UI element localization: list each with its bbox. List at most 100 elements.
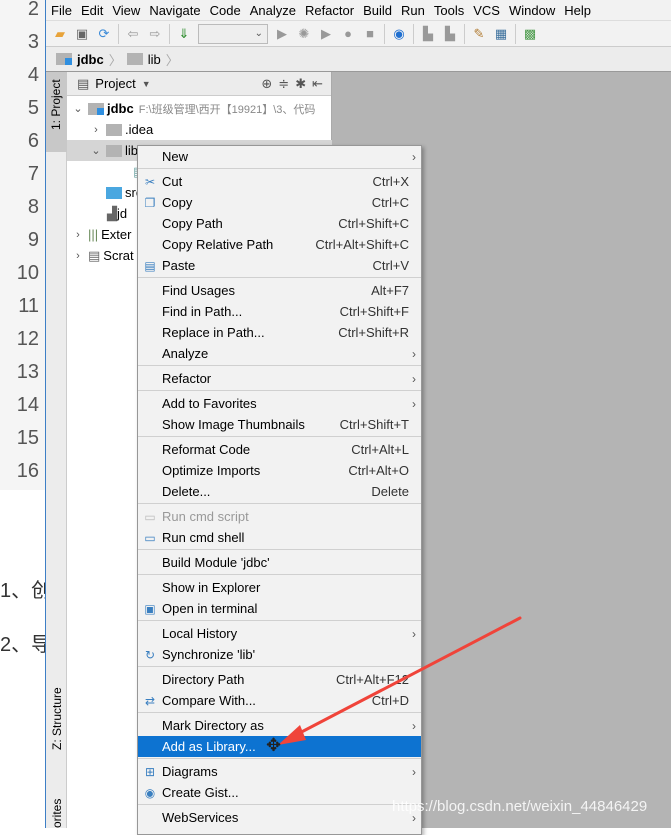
menu-item-delete[interactable]: Delete... Delete bbox=[138, 481, 421, 502]
menu-item-create-gist[interactable]: ◉ Create Gist... bbox=[138, 782, 421, 803]
line-number: 10 bbox=[16, 262, 39, 284]
menu-file[interactable]: File bbox=[51, 3, 72, 18]
breadcrumb-item[interactable]: lib bbox=[148, 52, 161, 67]
locate-icon[interactable]: ⊕ bbox=[261, 76, 272, 92]
project-structure-icon[interactable]: ▦ bbox=[493, 26, 509, 42]
sdk-icon[interactable]: ▩ bbox=[522, 26, 538, 42]
menu-item-new[interactable]: New › bbox=[138, 146, 421, 167]
sync-icon[interactable]: ⟳ bbox=[96, 26, 112, 42]
cmd-icon: ▭ bbox=[144, 509, 156, 524]
diagram-icon: ⊞ bbox=[144, 764, 156, 779]
dropdown-arrow-icon[interactable]: ▼ bbox=[142, 79, 151, 89]
tree-item-label: jd bbox=[117, 206, 128, 221]
menu-code[interactable]: Code bbox=[210, 3, 241, 18]
breadcrumb-item[interactable]: jdbc bbox=[77, 52, 104, 67]
chevron-right-icon[interactable]: › bbox=[71, 250, 85, 262]
vcs-update-icon[interactable]: ▙ bbox=[420, 26, 436, 42]
document-text-line: 1、创 bbox=[0, 580, 45, 602]
module-path: F:\班级管理\西开【19921】\3、代码 bbox=[138, 103, 316, 116]
tree-item-external-libraries[interactable]: › ||| Exter bbox=[71, 224, 131, 245]
menu-item-analyze[interactable]: Analyze › bbox=[138, 343, 421, 364]
line-number: 4 bbox=[27, 64, 39, 86]
menu-item-replace-in-path[interactable]: Replace in Path... Ctrl+Shift+R bbox=[138, 322, 421, 343]
menu-item-refactor[interactable]: Refactor › bbox=[138, 368, 421, 389]
breadcrumb-separator: 〉 bbox=[165, 52, 179, 68]
line-number: 9 bbox=[27, 229, 39, 251]
update-icon[interactable]: ◉ bbox=[391, 26, 407, 42]
menu-item-paste[interactable]: ▤ Paste Ctrl+V bbox=[138, 255, 421, 276]
menu-item-show-image-thumbnails[interactable]: Show Image Thumbnails Ctrl+Shift+T bbox=[138, 414, 421, 435]
tree-item-scratches[interactable]: › ▤ Scrat bbox=[71, 245, 133, 266]
menu-item-copy-relative-path[interactable]: Copy Relative Path Ctrl+Alt+Shift+C bbox=[138, 234, 421, 255]
chevron-right-icon[interactable]: › bbox=[89, 124, 103, 136]
folder-icon bbox=[106, 123, 122, 136]
menu-view[interactable]: View bbox=[112, 3, 140, 18]
menu-tools[interactable]: Tools bbox=[434, 3, 464, 18]
chevron-down-icon[interactable]: ⌄ bbox=[89, 144, 103, 157]
menu-item-open-in-terminal[interactable]: ▣ Open in terminal bbox=[138, 598, 421, 619]
menu-edit[interactable]: Edit bbox=[81, 3, 103, 18]
vcs-commit-icon[interactable]: ▙ bbox=[442, 26, 458, 42]
debug-icon[interactable]: ✺ bbox=[296, 26, 312, 42]
menu-item-run-cmd-script[interactable]: ▭ Run cmd script bbox=[138, 506, 421, 527]
menu-item-mark-directory-as[interactable]: Mark Directory as › bbox=[138, 715, 421, 736]
project-tool-tab[interactable]: 1: Project bbox=[46, 72, 67, 152]
menu-navigate[interactable]: Navigate bbox=[149, 3, 200, 18]
menu-refactor[interactable]: Refactor bbox=[305, 3, 354, 18]
background-document: 2 3 4 5 6 7 8 9 10 11 12 13 14 15 16 1、创 2、导 bbox=[0, 0, 45, 828]
tree-item-jdbc[interactable]: ⌄ jdbc F:\班级管理\西开【19921】\3、代码 bbox=[71, 98, 315, 119]
gear-icon[interactable]: ✱ bbox=[295, 76, 306, 92]
menu-item-run-cmd-shell[interactable]: ▭ Run cmd shell bbox=[138, 527, 421, 548]
menu-item-label: Mark Directory as bbox=[162, 718, 264, 733]
tree-item-idea[interactable]: › .idea bbox=[89, 119, 153, 140]
menu-run[interactable]: Run bbox=[401, 3, 425, 18]
hide-icon[interactable]: ⇤ bbox=[312, 76, 323, 92]
profile-icon[interactable]: ● bbox=[340, 26, 356, 42]
menu-item-webservices[interactable]: WebServices › bbox=[138, 807, 421, 828]
save-icon[interactable]: ▣ bbox=[74, 26, 90, 42]
menu-item-label: Add as Library... bbox=[162, 739, 256, 754]
menu-item-diagrams[interactable]: ⊞ Diagrams › bbox=[138, 761, 421, 782]
structure-tool-tab[interactable]: Z: Structure bbox=[50, 687, 64, 750]
settings-wrench-icon[interactable]: ✎ bbox=[471, 26, 487, 42]
project-view-selector[interactable]: Project bbox=[95, 76, 135, 91]
menu-item-label: Find Usages bbox=[162, 283, 235, 298]
forward-icon[interactable]: ⇨ bbox=[147, 26, 163, 42]
menu-help[interactable]: Help bbox=[564, 3, 591, 18]
open-folder-icon[interactable]: ▰ bbox=[52, 26, 68, 42]
chevron-down-icon[interactable]: ⌄ bbox=[71, 102, 85, 115]
coverage-icon[interactable]: ▶ bbox=[318, 26, 334, 42]
menu-vcs[interactable]: VCS bbox=[473, 3, 500, 18]
build-icon[interactable]: ⇓ bbox=[176, 26, 192, 42]
stop-icon[interactable]: ■ bbox=[362, 26, 378, 42]
menu-analyze[interactable]: Analyze bbox=[250, 3, 296, 18]
menu-item-copy[interactable]: ❐ Copy Ctrl+C bbox=[138, 192, 421, 213]
menu-item-compare-with[interactable]: ⇄ Compare With... Ctrl+D bbox=[138, 690, 421, 711]
copy-icon: ❐ bbox=[144, 195, 156, 210]
menu-item-reformat-code[interactable]: Reformat Code Ctrl+Alt+L bbox=[138, 439, 421, 460]
menu-item-find-in-path[interactable]: Find in Path... Ctrl+Shift+F bbox=[138, 301, 421, 322]
menu-item-optimize-imports[interactable]: Optimize Imports Ctrl+Alt+O bbox=[138, 460, 421, 481]
menu-item-local-history[interactable]: Local History › bbox=[138, 623, 421, 644]
menu-item-copy-path[interactable]: Copy Path Ctrl+Shift+C bbox=[138, 213, 421, 234]
chevron-right-icon[interactable]: › bbox=[71, 229, 85, 241]
menu-item-shortcut: Ctrl+Shift+R bbox=[338, 325, 409, 340]
menu-item-label: WebServices bbox=[162, 810, 239, 825]
menu-item-label: Diagrams bbox=[162, 764, 218, 779]
menu-item-build-module-jdbc[interactable]: Build Module 'jdbc' bbox=[138, 552, 421, 573]
favorites-tool-tab[interactable]: orites bbox=[50, 799, 64, 828]
collapse-all-icon[interactable]: ≑ bbox=[278, 76, 289, 92]
run-icon[interactable]: ▶ bbox=[274, 26, 290, 42]
menu-item-add-as-library[interactable]: Add as Library... bbox=[138, 736, 421, 757]
tree-item-iml[interactable]: ▟ jd bbox=[107, 203, 127, 224]
menu-item-add-to-favorites[interactable]: Add to Favorites › bbox=[138, 393, 421, 414]
menu-item-show-in-explorer[interactable]: Show in Explorer bbox=[138, 577, 421, 598]
back-icon[interactable]: ⇦ bbox=[125, 26, 141, 42]
menu-build[interactable]: Build bbox=[363, 3, 392, 18]
menu-item-directory-path[interactable]: Directory Path Ctrl+Alt+F12 bbox=[138, 669, 421, 690]
menu-item-synchronize-lib[interactable]: ↻ Synchronize 'lib' bbox=[138, 644, 421, 665]
menu-item-find-usages[interactable]: Find Usages Alt+F7 bbox=[138, 280, 421, 301]
menu-window[interactable]: Window bbox=[509, 3, 555, 18]
menu-item-cut[interactable]: ✂ Cut Ctrl+X bbox=[138, 171, 421, 192]
run-config-dropdown[interactable]: ⌄ bbox=[198, 23, 268, 44]
